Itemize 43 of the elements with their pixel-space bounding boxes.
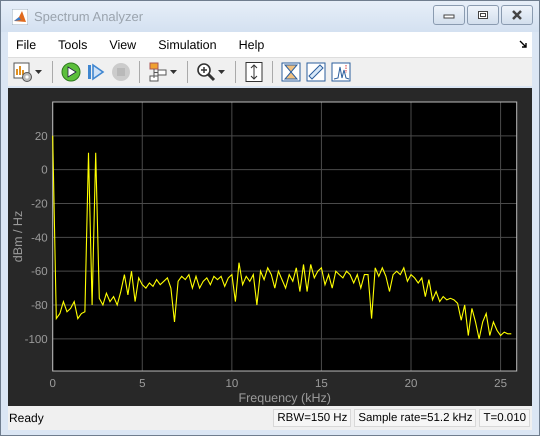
window-title: Spectrum Analyzer — [34, 9, 144, 24]
y-tick-label: -100 — [24, 334, 48, 346]
block-diagram-icon[interactable] — [147, 61, 169, 83]
maximize-button[interactable] — [467, 4, 499, 24]
x-tick-label: 5 — [139, 378, 146, 390]
peak-plot-icon[interactable] — [330, 61, 352, 83]
x-axis-label: Frequency (kHz) — [238, 391, 331, 405]
y-tick-label: -20 — [31, 198, 48, 210]
x-tick-label: 10 — [225, 378, 238, 390]
close-button[interactable] — [501, 4, 533, 24]
dropdown-caret-icon[interactable] — [218, 70, 225, 74]
y-tick-label: -60 — [31, 266, 48, 278]
x-tick-label: 25 — [494, 378, 507, 390]
y-tick-label: 20 — [34, 130, 48, 143]
hourglass-icon[interactable] — [280, 61, 302, 83]
menu-item[interactable]: File — [16, 38, 36, 52]
menu-item[interactable]: Help — [238, 38, 264, 52]
x-tick-label: 20 — [404, 378, 418, 390]
menu-item[interactable]: Tools — [58, 38, 88, 52]
ruler-icon[interactable] — [305, 61, 327, 83]
y-tick-label: -80 — [31, 300, 48, 312]
x-tick-label: 15 — [315, 378, 328, 390]
maximize-icon — [477, 10, 489, 20]
scale-axes-icon[interactable] — [243, 61, 265, 83]
dropdown-caret-icon[interactable] — [170, 70, 177, 74]
dropdown-caret-icon[interactable] — [35, 70, 42, 74]
status-field: RBW=150 Hz — [273, 409, 352, 427]
x-tick-label: 0 — [50, 378, 56, 390]
menu-item[interactable]: View — [109, 38, 136, 52]
close-icon — [511, 10, 523, 20]
minimize-button[interactable] — [433, 4, 465, 24]
status-field: Sample rate=51.2 kHz — [354, 409, 476, 427]
plot-settings-icon[interactable] — [12, 61, 34, 83]
zoom-in-icon[interactable] — [195, 61, 217, 83]
status-field: T=0.010 — [479, 409, 530, 427]
y-tick-label: -40 — [31, 232, 48, 244]
app-logo-icon — [12, 8, 28, 24]
status-text: Ready — [8, 411, 44, 425]
run-icon[interactable] — [60, 61, 82, 83]
y-axis-label: dBm / Hz — [11, 210, 25, 262]
undock-arrow-icon[interactable] — [519, 40, 528, 49]
y-tick-label: 0 — [41, 164, 48, 177]
menu-item[interactable]: Simulation — [158, 38, 217, 52]
